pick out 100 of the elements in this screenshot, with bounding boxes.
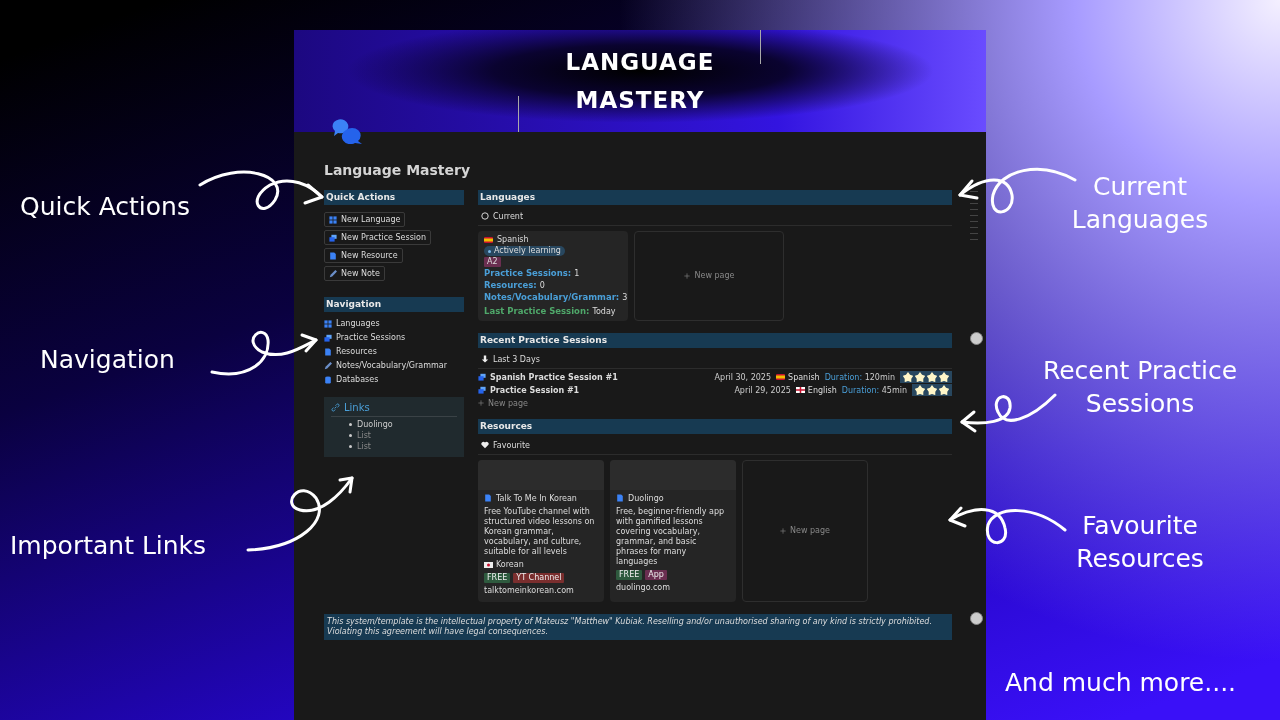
property-label: Practice Sessions: [484, 268, 572, 278]
property-label: Last Practice Session: [484, 306, 590, 316]
links-heading: Links [344, 402, 370, 413]
property-value: Today [592, 307, 616, 316]
status-tag: Actively learning [484, 246, 565, 256]
cards-icon [478, 386, 486, 394]
bullet-icon [349, 445, 352, 448]
star-icon [903, 372, 913, 382]
flag-icon [776, 374, 786, 380]
property-value: 0 [539, 281, 545, 290]
star-icon [915, 385, 925, 395]
property-label: Resources: [484, 280, 537, 290]
resource-card[interactable]: Talk To Me In Korean Free YouTube channel with structured video lessons on Korean grammar, vocabulary, and culture, suitable for all levels Korean FREE YT Channel talktomeinkorean.com [478, 460, 604, 602]
resource-title: Talk To Me In Korean [496, 494, 577, 504]
annotation-label: Current Languages [1070, 171, 1210, 236]
session-date: April 30, 2025 [714, 372, 772, 382]
annotation-label: Navigation [40, 344, 176, 376]
tag: App [645, 570, 667, 580]
plus-icon [683, 273, 690, 279]
language-card[interactable]: Spanish Actively learning A2 Practice Sessions: 1 Resources: 0 Notes/Vocabulary/Grammar: 3 Last Practice Session: Today [478, 231, 628, 321]
view-tab[interactable]: Current [478, 207, 952, 226]
duration-text: Duration: 120min [824, 372, 895, 382]
circle-icon [481, 212, 489, 220]
property-value: 1 [574, 269, 580, 278]
duration-text: Duration: 45min [841, 385, 907, 395]
navigation-link[interactable]: Databases [324, 374, 379, 385]
star-icon [939, 385, 949, 395]
view-tab[interactable]: Favourite [478, 436, 952, 455]
navigation-link[interactable]: Practice Sessions [324, 332, 406, 343]
database-icon [324, 375, 332, 384]
down-arrow-icon [481, 355, 489, 363]
level-tag: A2 [484, 257, 501, 267]
flag-icon [484, 562, 493, 568]
new-page-card[interactable]: New page [742, 460, 868, 602]
outline-drawing [970, 185, 978, 240]
view-tab[interactable]: Last 3 Days [478, 350, 952, 369]
star-icon [927, 372, 937, 382]
speech-bubbles-icon [332, 118, 364, 144]
navigation-link[interactable]: Notes/Vocabulary/Grammar [324, 360, 447, 371]
cards-icon [478, 373, 486, 381]
resource-url: duolingo.com [616, 583, 672, 593]
session-link[interactable]: Practice Session #1 [478, 385, 580, 395]
grid-icon [324, 319, 332, 328]
tag: FREE [616, 570, 643, 580]
cards-icon [324, 333, 332, 342]
link-item[interactable]: Duolingo [357, 420, 393, 429]
link-icon [331, 403, 340, 412]
pencil-icon [324, 361, 332, 370]
cards-icon [329, 233, 337, 242]
quick-action-button[interactable]: New Resource [324, 248, 403, 263]
document-icon [329, 251, 337, 260]
resource-title: Duolingo [628, 494, 664, 504]
cross-flag-icon [795, 387, 805, 393]
session-link[interactable]: Spanish Practice Session #1 [478, 372, 618, 382]
section-heading: Navigation [324, 297, 464, 312]
bullet-icon [349, 434, 352, 437]
plus-icon [780, 528, 786, 534]
star-icon [915, 372, 925, 382]
language-name: Spanish [497, 235, 529, 245]
quick-action-button[interactable]: New Language [324, 212, 406, 227]
quick-action-button[interactable]: New Note [324, 266, 385, 281]
document-icon [616, 494, 624, 502]
resource-language: Korean [496, 560, 524, 570]
session-date: April 29, 2025 [734, 385, 791, 395]
bullet-icon [349, 423, 352, 426]
annotation-label: Favourite Resources [1075, 510, 1205, 575]
navigation-link[interactable]: Resources [324, 346, 377, 357]
annotation-label: Important Links [10, 530, 208, 562]
annotation-label: Recent Practice Sessions [1041, 355, 1239, 420]
link-item[interactable]: List [357, 431, 371, 440]
annotation-label: Quick Actions [20, 191, 191, 223]
resource-url: talktomeinkorean.com [484, 586, 575, 596]
quick-action-button[interactable]: New Practice Session [324, 230, 431, 245]
flag-icon [484, 237, 493, 243]
circle-icon[interactable] [970, 612, 983, 625]
new-page-card[interactable]: New page [634, 231, 784, 321]
resource-card[interactable]: Duolingo Free, beginner-friendly app with gamified lessons covering vocabulary, grammar, and basic phrases for many languages FREE App duolingo.com [610, 460, 736, 602]
section-heading: Languages [478, 190, 952, 205]
heart-icon [481, 441, 489, 449]
star-icon [927, 385, 937, 395]
grid-icon [329, 215, 337, 224]
property-value: 3 [622, 293, 628, 302]
resource-description: Free YouTube channel with structured video lessons on Korean grammar, vocabulary, and culture, suitable for all levels [484, 507, 596, 557]
plus-icon [478, 400, 484, 406]
section-heading: Resources [478, 419, 952, 434]
pencil-icon [329, 269, 337, 278]
circle-icon[interactable] [970, 332, 983, 345]
session-language: English [807, 385, 837, 395]
document-icon [484, 494, 492, 502]
link-item[interactable]: List [357, 442, 371, 451]
section-heading: Quick Actions [324, 190, 464, 205]
resource-description: Free, beginner-friendly app with gamified lessons covering vocabulary, grammar, and basic phrases for many languages [616, 507, 726, 567]
tag: YT Channel [513, 573, 565, 583]
navigation-link[interactable]: Languages [324, 318, 380, 329]
new-page-button[interactable]: New page [478, 397, 952, 409]
star-icon [939, 372, 949, 382]
notice-callout: This system/template is the intellectual property of Mateusz "Matthew" Kubiak. Reselling and/or unauthorised sharing of any kind is strictly prohibited. Violating this agreement will have legal consequences. [324, 614, 952, 640]
page-title: Language Mastery [324, 162, 472, 178]
tag: FREE [484, 573, 511, 583]
section-heading: Recent Practice Sessions [478, 333, 952, 348]
